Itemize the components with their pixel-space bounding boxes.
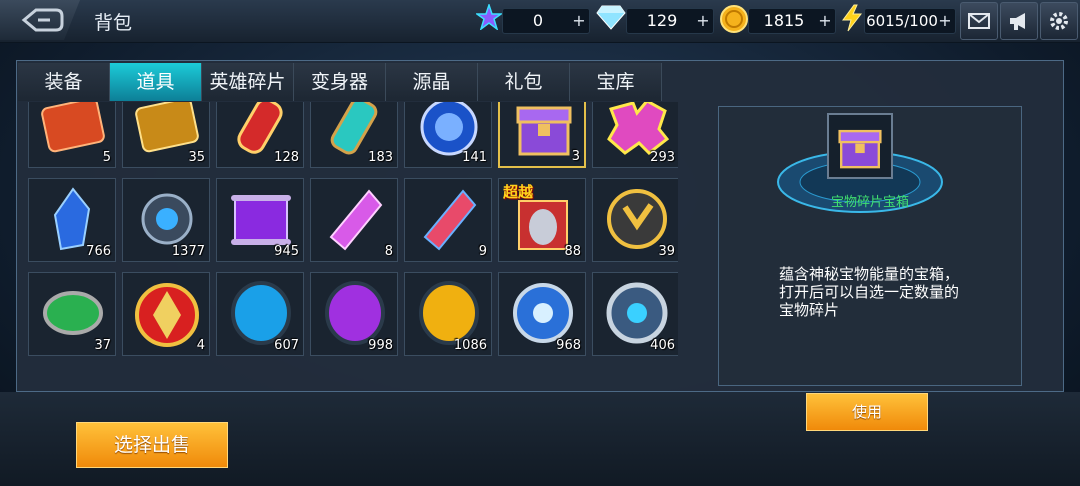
item-count: 1086	[453, 338, 487, 353]
detail-item-icon-frame	[827, 113, 893, 179]
gold-coin-icon	[720, 5, 748, 33]
item-count: 9	[478, 244, 487, 259]
pink-crystal-icon	[329, 189, 383, 251]
item-slot-gold-ring[interactable]: 39	[592, 178, 678, 262]
use-button[interactable]: 使用	[806, 393, 928, 431]
add-diamond-button[interactable]: +	[695, 9, 711, 33]
announcement-button[interactable]	[1000, 2, 1038, 40]
tab-gift-pack[interactable]: 礼包	[478, 63, 570, 101]
exp-ticket-red-icon	[41, 102, 105, 153]
item-slot-green-gem[interactable]: 37	[28, 272, 116, 356]
page-title: 背包	[94, 12, 133, 34]
item-slot-red-medallion[interactable]: 4	[122, 272, 210, 356]
treasure-chest-icon	[838, 129, 882, 169]
item-count: 141	[462, 150, 487, 165]
top-bar: 背包 0 + 129 + 1815 + 6015/100 +	[0, 0, 1080, 43]
item-count: 1377	[171, 244, 205, 259]
item-slot-fire-crystal[interactable]: 9	[404, 178, 492, 262]
item-count: 293	[650, 150, 675, 165]
item-grid: 5 35 128 183 141 3 293 766 1377 945 8 9 …	[26, 102, 678, 358]
item-slot-silver-core[interactable]: 406	[592, 272, 678, 356]
item-count: 39	[658, 244, 675, 259]
item-count: 945	[274, 244, 299, 259]
resource-energy-value: 6015/100	[866, 12, 938, 30]
item-count: 128	[274, 150, 299, 165]
back-button[interactable]	[0, 0, 80, 40]
back-arrow-icon	[21, 8, 64, 32]
item-count: 183	[368, 150, 393, 165]
item-count: 37	[94, 338, 111, 353]
diamond-icon	[596, 5, 626, 30]
item-slot-blue-emblem[interactable]: 141	[404, 102, 492, 168]
settings-icon	[1050, 12, 1068, 30]
resource-gold-box: 1815 +	[748, 8, 836, 34]
tab-equipment[interactable]: 装备	[18, 63, 110, 101]
tab-transformer[interactable]: 变身器	[294, 63, 386, 101]
item-slot-exp-ticket-gold[interactable]: 35	[122, 102, 210, 168]
fire-crystal-icon	[423, 189, 477, 251]
item-slot-yellow-gem[interactable]: 1086	[404, 272, 492, 356]
item-count: 4	[196, 338, 205, 353]
detail-item-description: 蕴含神秘宝物能量的宝箱，打开后可以自选一定数量的宝物碎片	[779, 265, 960, 319]
resource-star-value: 0	[532, 11, 544, 30]
add-star-button[interactable]: +	[571, 9, 587, 33]
item-tag: 超越	[503, 183, 534, 201]
item-count: 998	[368, 338, 393, 353]
item-slot-exp-ticket-red[interactable]: 5	[28, 102, 116, 168]
item-slot-blue-crystal[interactable]: 766	[28, 178, 116, 262]
tab-vault[interactable]: 宝库	[570, 63, 662, 101]
item-slot-red-canister[interactable]: 128	[216, 102, 304, 168]
treasure-chest-icon	[516, 106, 572, 156]
resource-diamond-value: 129	[646, 11, 678, 30]
item-slot-hero-head[interactable]: 超越 88	[498, 178, 586, 262]
item-slot-purple-scroll[interactable]: 945	[216, 178, 304, 262]
resource-energy-box: 6015/100 +	[864, 8, 956, 34]
item-count: 35	[188, 150, 205, 165]
red-medallion-icon	[135, 283, 199, 347]
item-slot-energy-capsule[interactable]: 183	[310, 102, 398, 168]
item-detail-panel: 宝物碎片宝箱 蕴含神秘宝物能量的宝箱，打开后可以自选一定数量的宝物碎片	[718, 106, 1022, 386]
resource-star-box: 0 +	[502, 8, 590, 34]
item-count: 766	[86, 244, 111, 259]
item-slot-rainbow-puzzle[interactable]: 293	[592, 102, 678, 168]
tab-source-crystal[interactable]: 源晶	[386, 63, 478, 101]
item-count: 406	[650, 338, 675, 353]
item-slot-purple-gem[interactable]: 998	[310, 272, 398, 356]
tab-props[interactable]: 道具	[110, 63, 202, 101]
item-count: 88	[564, 244, 581, 259]
item-count: 607	[274, 338, 299, 353]
mail-button[interactable]	[960, 2, 998, 40]
item-slot-blue-orb[interactable]: 968	[498, 272, 586, 356]
item-count: 5	[102, 150, 111, 165]
item-slot-cyan-gem[interactable]: 607	[216, 272, 304, 356]
item-count: 968	[556, 338, 581, 353]
lightning-icon	[842, 4, 863, 32]
item-slot-orb-device[interactable]: 1377	[122, 178, 210, 262]
category-tabs: 装备 道具 英雄碎片 变身器 源晶 礼包 宝库	[18, 63, 662, 101]
announcement-icon	[1010, 13, 1025, 30]
add-energy-button[interactable]: +	[937, 9, 953, 33]
item-slot-pink-crystal[interactable]: 8	[310, 178, 398, 262]
settings-button[interactable]	[1040, 2, 1078, 40]
item-slot-treasure-chest[interactable]: 3	[498, 102, 586, 168]
mail-icon	[968, 13, 990, 29]
item-count: 3	[571, 149, 580, 164]
detail-item-name: 宝物碎片宝箱	[830, 195, 909, 210]
add-gold-button[interactable]: +	[817, 9, 833, 33]
resource-gold-value: 1815	[763, 11, 805, 30]
tab-hero-fragments[interactable]: 英雄碎片	[202, 63, 294, 101]
resource-diamond-box: 129 +	[626, 8, 714, 34]
star-crystal-icon	[476, 4, 502, 30]
select-sell-button[interactable]: 选择出售	[76, 422, 228, 468]
item-count: 8	[384, 244, 393, 259]
